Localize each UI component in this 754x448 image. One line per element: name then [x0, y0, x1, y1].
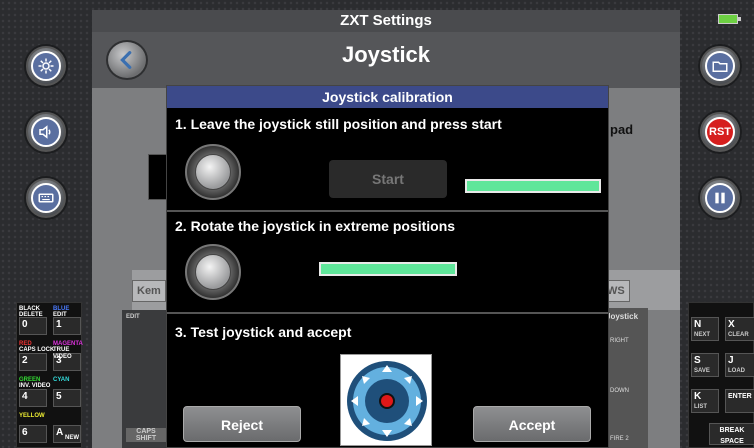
key-2[interactable]: 2: [19, 353, 47, 371]
pause-button[interactable]: [698, 176, 742, 220]
step2-text: 2. Rotate the joystick in extreme positi…: [175, 218, 456, 234]
bg-kem-key: Kem: [132, 280, 166, 302]
bg-caps-shift: CAPS SHIFT: [126, 428, 166, 442]
key-2-sub: CAPS LOCK: [19, 347, 55, 353]
bg-down-label: DOWN: [610, 388, 629, 394]
key-4-sub: INV. VIDEO: [19, 383, 51, 389]
step2-progress-track: [319, 262, 457, 276]
app-title: ZXT Settings: [340, 12, 432, 29]
settings-button[interactable]: [24, 44, 68, 88]
key-s[interactable]: S SAVE: [691, 353, 719, 377]
open-file-button[interactable]: [698, 44, 742, 88]
calibration-dialog: Joystick calibration 1. Leave the joysti…: [166, 85, 609, 448]
key-5[interactable]: 5: [53, 389, 81, 407]
bg-right-label: RIGHT: [610, 338, 629, 344]
rst-label: RST: [705, 117, 735, 147]
key-k[interactable]: K LIST: [691, 389, 719, 413]
key-0[interactable]: 0: [19, 317, 47, 335]
right-toolbar: RST N NEXT X CLEAR S SAVE J LOAD K LIST ENTER…: [680, 0, 754, 448]
step3-text: 3. Test joystick and accept: [175, 324, 352, 340]
joystick-test-pad[interactable]: [340, 354, 432, 446]
settings-header: Joystick: [92, 32, 680, 88]
key-0-sub: DELETE: [19, 312, 43, 318]
key-3-sub: TRUE VIDEO: [53, 347, 72, 360]
reset-button[interactable]: RST: [698, 110, 742, 154]
bg-joystick-label: Joystick: [606, 312, 639, 321]
accept-button[interactable]: Accept: [473, 406, 591, 442]
key-n[interactable]: N NEXT: [691, 317, 719, 341]
app-title-bar: ZXT Settings: [92, 10, 680, 32]
gear-icon: [31, 51, 61, 81]
bg-thumb: [148, 154, 168, 200]
bg-joystick-panel: Joystick RIGHT DOWN FIRE 2: [604, 308, 648, 448]
joystick-icon: [185, 144, 241, 200]
key-a-sub: NEW: [65, 435, 79, 441]
start-button[interactable]: Start: [329, 160, 447, 198]
bg-pad-text: pad: [610, 122, 634, 137]
step1-progress-bar: [465, 179, 601, 193]
direction-pad-icon: [347, 361, 427, 441]
joystick-icon-2: [185, 244, 241, 300]
keyboard-icon: [31, 183, 61, 213]
step1-progress-track: [465, 179, 601, 193]
keyboard-button[interactable]: [24, 176, 68, 220]
zx-keyboard-left: 0 BLACK DELETE 1 BLUE EDIT 2 RED CAPS LO…: [16, 302, 83, 448]
zx-keyboard-right: N NEXT X CLEAR S SAVE J LOAD K LIST ENTER BRE…: [688, 302, 754, 448]
key-1-sub: EDIT: [53, 312, 67, 318]
key-space[interactable]: BREAK SPACE: [709, 423, 754, 445]
key-5-top: CYAN: [53, 377, 70, 383]
divider-2: [167, 312, 608, 314]
bg-left-keys: EDIT CAPS SHIFT: [122, 310, 170, 448]
reject-button[interactable]: Reject: [183, 406, 301, 442]
left-toolbar: 0 BLACK DELETE 1 BLUE EDIT 2 RED CAPS LO…: [0, 0, 92, 448]
pause-icon: [705, 183, 735, 213]
step1-text: 1. Leave the joystick still position and…: [175, 116, 502, 132]
key-enter[interactable]: ENTER: [725, 389, 754, 413]
key-j[interactable]: J LOAD: [725, 353, 754, 377]
key-4[interactable]: 4: [19, 389, 47, 407]
step2-progress-bar: [319, 262, 457, 276]
sound-button[interactable]: [24, 110, 68, 154]
key-x[interactable]: X CLEAR: [725, 317, 754, 341]
key-6-top: YELLOW: [19, 413, 45, 419]
screen: ZXT Settings Joystick pad Kem WS EDIT CA…: [0, 0, 754, 448]
page-title: Joystick: [341, 42, 431, 67]
dialog-title: Joystick calibration: [167, 86, 608, 108]
bg-fire-label: FIRE 2: [610, 436, 629, 442]
bg-edit-label: EDIT: [126, 314, 140, 320]
folder-icon: [705, 51, 735, 81]
key-1[interactable]: 1: [53, 317, 81, 335]
key-6[interactable]: 6: [19, 425, 47, 443]
divider-1: [167, 210, 608, 212]
speaker-icon: [31, 117, 61, 147]
